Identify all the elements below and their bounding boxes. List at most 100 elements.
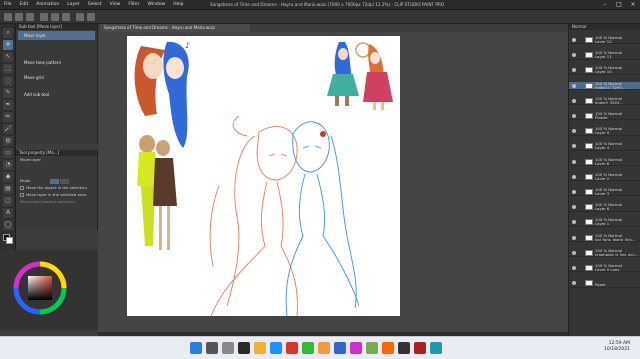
eye-icon[interactable]: [572, 68, 576, 73]
app-icon-2[interactable]: [334, 342, 346, 354]
checkbox-1[interactable]: [20, 186, 24, 190]
eye-icon[interactable]: [572, 174, 576, 179]
layer-row[interactable]: 100 % Normal index3_3293...: [569, 97, 640, 106]
option-row-1[interactable]: Move the object in the selection: [16, 184, 97, 191]
app-icon-7[interactable]: [414, 342, 426, 354]
mode-toggle-b[interactable]: [59, 178, 69, 184]
layer-row[interactable]: 100 % Normal Layer 9: [569, 127, 640, 136]
option-label-2: Move layer in the selected area: [26, 192, 86, 197]
layer-row[interactable]: 100 % Normal hal_fans_blank_lhin...: [569, 234, 640, 242]
add-subtool-button[interactable]: Add sub tool: [18, 90, 95, 99]
subtool-move-layer[interactable]: Move layer: [18, 31, 95, 40]
drawing-canvas[interactable]: ♪: [127, 36, 400, 316]
layer-row[interactable]: 100 % Normal Layer 1: [569, 218, 640, 227]
app-icon-4[interactable]: [366, 342, 378, 354]
layer-row[interactable]: 100 % Normal Layer 6: [569, 203, 640, 212]
eye-icon[interactable]: [572, 98, 576, 103]
menu-help[interactable]: Help: [169, 2, 187, 7]
layer-row-paper[interactable]: Paper: [569, 279, 640, 288]
store-icon[interactable]: [286, 342, 298, 354]
airbrush-tool-icon[interactable]: ◍: [3, 136, 13, 146]
reference-image-top-right: [327, 42, 393, 110]
layer-name: Layer 12: [595, 39, 612, 44]
menu-edit[interactable]: Edit: [16, 2, 33, 7]
selection-tool-icon[interactable]: ⬚: [3, 64, 13, 74]
eye-icon[interactable]: [572, 53, 576, 58]
lasso-tool-icon[interactable]: ◌: [3, 76, 13, 86]
app-icon-3[interactable]: [350, 342, 362, 354]
app-icon-1[interactable]: [318, 342, 330, 354]
layer-row[interactable]: 100 % Normal Layer 12: [569, 36, 640, 45]
fill-tool-icon[interactable]: ◆: [3, 172, 13, 182]
text-tool-icon[interactable]: A: [3, 208, 13, 218]
taskbar-clock[interactable]: 12:59 AM 10/18/2021: [604, 341, 630, 353]
eye-icon[interactable]: [572, 144, 576, 149]
minimize-icon[interactable]: –: [598, 0, 612, 10]
layer-row[interactable]: 100 % Normal Layer 8: [569, 158, 640, 166]
mode-toggle-a[interactable]: [49, 178, 59, 184]
menu-layer[interactable]: Layer: [63, 2, 84, 7]
menu-view[interactable]: View: [106, 2, 125, 7]
pen-tool-icon[interactable]: ✒: [3, 100, 13, 110]
eyedropper-tool-icon[interactable]: ✎: [3, 88, 13, 98]
layer-row[interactable]: 100 % Normal Layer 4: [569, 142, 640, 151]
app-icon-5[interactable]: [382, 342, 394, 354]
blend-tool-icon[interactable]: ◔: [3, 160, 13, 170]
xbox-icon[interactable]: [302, 342, 314, 354]
start-icon[interactable]: [190, 342, 202, 354]
menu-animation[interactable]: Animation: [32, 2, 63, 7]
layer-row[interactable]: 100 % Normal Layer 5 copy: [569, 264, 640, 273]
layer-row[interactable]: 100 % Normal crophasig_d_lins_acc...: [569, 249, 640, 258]
sub-color-swatch[interactable]: [6, 237, 13, 244]
checkbox-2[interactable]: [20, 193, 24, 197]
eraser-tool-icon[interactable]: ▭: [3, 148, 13, 158]
eye-icon[interactable]: [572, 190, 576, 194]
pencil-tool-icon[interactable]: ✏: [3, 112, 13, 122]
eye-icon[interactable]: [572, 281, 576, 286]
operation-tool-icon[interactable]: ↖: [3, 52, 13, 62]
menu-select[interactable]: Select: [84, 2, 106, 7]
eye-icon[interactable]: [572, 250, 576, 255]
layer-row[interactable]: 100 % Normal Layer 11: [569, 51, 640, 60]
figure-tool-icon[interactable]: ▢: [3, 196, 13, 206]
eye-icon[interactable]: [572, 114, 576, 118]
eye-icon[interactable]: [572, 83, 576, 88]
eye-icon[interactable]: [572, 205, 576, 210]
app-icon-6[interactable]: [398, 342, 410, 354]
task-view-icon[interactable]: [222, 342, 234, 354]
eye-icon[interactable]: [572, 38, 576, 42]
subtool-move-tone-pattern[interactable]: Move tone pattern: [18, 58, 95, 67]
layer-row[interactable]: 100 % Normal Layer 3: [569, 188, 640, 197]
maximize-icon[interactable]: □: [612, 0, 626, 10]
document-tab[interactable]: Songstress of Time and Dreams - Hayru an…: [100, 24, 250, 32]
edge-icon[interactable]: [270, 342, 282, 354]
menu-window[interactable]: Window: [143, 2, 169, 7]
eye-icon[interactable]: [572, 235, 576, 240]
layer-blend-mode[interactable]: Normal: [572, 24, 586, 29]
move-tool-icon[interactable]: ✥: [3, 40, 13, 50]
eye-icon[interactable]: [572, 220, 576, 225]
eye-icon[interactable]: [572, 129, 576, 134]
zoom-tool-icon[interactable]: ⌕: [3, 28, 13, 38]
widgets-icon[interactable]: [238, 342, 250, 354]
menu-filter[interactable]: Filter: [124, 2, 143, 7]
layer-row-selected[interactable]: 100 % Normal index11_3293...: [569, 81, 640, 90]
layer-row[interactable]: 100 % Normal Layer 2: [569, 173, 640, 182]
layer-row[interactable]: 100 % Normal Layer 10: [569, 66, 640, 75]
color-wheel[interactable]: [0, 250, 98, 330]
eye-icon[interactable]: [572, 266, 576, 270]
command-bar-icons[interactable]: [0, 10, 640, 24]
search-icon[interactable]: [206, 342, 218, 354]
clip-studio-icon[interactable]: [430, 342, 442, 354]
menu-file[interactable]: File: [0, 2, 16, 7]
close-icon[interactable]: ×: [626, 0, 640, 10]
file-explorer-icon[interactable]: [254, 342, 266, 354]
gradient-tool-icon[interactable]: ▤: [3, 184, 13, 194]
brush-tool-icon[interactable]: 🖌: [3, 124, 13, 134]
layer-row[interactable]: 100 % Normal Flower: [569, 112, 640, 121]
layer-thumbnail: [585, 113, 593, 119]
subtool-move-grid[interactable]: Move grid: [18, 73, 95, 82]
eye-icon[interactable]: [572, 159, 576, 164]
option-row-2[interactable]: Move layer in the selected area: [16, 191, 97, 198]
balloon-tool-icon[interactable]: ◯: [3, 220, 13, 230]
